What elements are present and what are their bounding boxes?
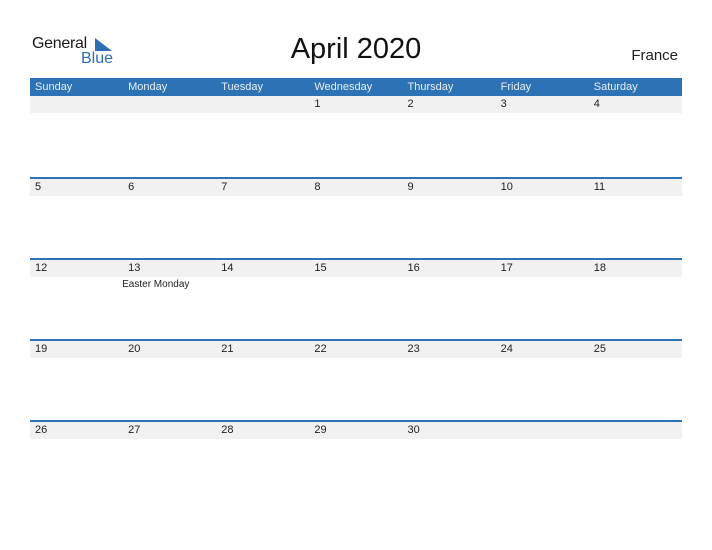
- date-band: 5 6 7 8 9 10 11: [30, 179, 682, 196]
- day-cell: 12: [30, 260, 123, 277]
- day-cell: 19: [30, 341, 123, 358]
- day-number: 18: [593, 262, 606, 274]
- day-number: 28: [221, 424, 234, 436]
- day-number: 22: [314, 343, 327, 355]
- day-number: 7: [221, 181, 228, 193]
- date-band: 12 13 Easter Monday 14 15 16 17 18: [30, 260, 682, 290]
- weeks-container: 1 2 3 4 5 6 7 8 9 10 11 12 13 Easter Monday 14 15 16 17 18…: [30, 96, 682, 501]
- day-number: 24: [500, 343, 513, 355]
- day-number: 10: [500, 181, 513, 193]
- week-row: 5 6 7 8 9 10 11: [30, 177, 682, 258]
- day-number: 23: [407, 343, 420, 355]
- date-band: 1 2 3 4: [30, 96, 682, 113]
- day-cell: 13 Easter Monday: [122, 260, 216, 290]
- weekday-tuesday: Tuesday: [221, 81, 264, 93]
- day-number: 2: [407, 98, 414, 110]
- day-number: 27: [128, 424, 141, 436]
- day-cell: 4: [589, 96, 682, 113]
- day-number: 4: [593, 98, 600, 110]
- day-cell: 21: [216, 341, 309, 358]
- day-cell: 27: [123, 422, 216, 439]
- day-number: 13: [128, 262, 141, 274]
- day-number: 8: [314, 181, 321, 193]
- day-number: 30: [407, 424, 420, 436]
- day-cell: 2: [403, 96, 496, 113]
- day-cell: [496, 422, 589, 439]
- day-cell: 7: [216, 179, 309, 196]
- day-cell: 30: [403, 422, 496, 439]
- day-cell: 28: [216, 422, 309, 439]
- weekday-header: Sunday Monday Tuesday Wednesday Thursday…: [30, 78, 682, 96]
- day-cell: 8: [309, 179, 402, 196]
- day-number: 1: [314, 98, 321, 110]
- day-cell: 23: [403, 341, 496, 358]
- day-cell: [30, 96, 123, 113]
- day-number: 29: [314, 424, 327, 436]
- day-number: 11: [593, 181, 606, 193]
- day-cell: 14: [216, 260, 309, 277]
- day-cell: 20: [123, 341, 216, 358]
- week-row: 19 20 21 22 23 24 25: [30, 339, 682, 420]
- country-label: France: [631, 47, 678, 64]
- day-cell: 29: [309, 422, 402, 439]
- date-band: 26 27 28 29 30: [30, 422, 682, 439]
- day-cell: 16: [403, 260, 496, 277]
- day-number: 14: [221, 262, 234, 274]
- calendar-title: April 2020: [290, 33, 422, 65]
- day-cell: 1: [309, 96, 402, 113]
- day-cell: 5: [30, 179, 123, 196]
- day-cell: [216, 96, 309, 113]
- day-cell: 10: [496, 179, 589, 196]
- weekday-thursday: Thursday: [407, 81, 454, 93]
- day-cell: 18: [589, 260, 682, 277]
- day-number: 5: [35, 181, 42, 193]
- day-number: 9: [407, 181, 414, 193]
- weekday-saturday: Saturday: [593, 81, 638, 93]
- day-number: 6: [128, 181, 135, 193]
- day-cell: 3: [496, 96, 589, 113]
- week-row: 26 27 28 29 30: [30, 420, 682, 501]
- weekday-friday: Friday: [500, 81, 532, 93]
- day-number: 19: [35, 343, 48, 355]
- day-number: 15: [314, 262, 327, 274]
- day-cell: 22: [309, 341, 402, 358]
- day-number: 17: [500, 262, 513, 274]
- holiday-label: Easter Monday: [122, 279, 190, 290]
- day-number: 20: [128, 343, 141, 355]
- calendar-grid: Sunday Monday Tuesday Wednesday Thursday…: [30, 78, 682, 501]
- day-cell: 11: [589, 179, 682, 196]
- week-row: 1 2 3 4: [30, 96, 682, 177]
- weekday-wednesday: Wednesday: [314, 81, 373, 93]
- day-cell: 9: [403, 179, 496, 196]
- day-number: 12: [35, 262, 48, 274]
- day-cell: 24: [496, 341, 589, 358]
- day-cell: [589, 422, 682, 439]
- day-cell: [123, 96, 216, 113]
- weekday-monday: Monday: [128, 81, 168, 93]
- day-number: 3: [500, 98, 507, 110]
- week-row: 12 13 Easter Monday 14 15 16 17 18: [30, 258, 682, 339]
- day-cell: 15: [309, 260, 402, 277]
- date-band: 19 20 21 22 23 24 25: [30, 341, 682, 358]
- day-number: 16: [407, 262, 420, 274]
- day-number: 26: [35, 424, 48, 436]
- day-number: 21: [221, 343, 234, 355]
- day-cell: 26: [30, 422, 123, 439]
- weekday-sunday: Sunday: [35, 81, 73, 93]
- day-number: 25: [593, 343, 606, 355]
- day-cell: 25: [589, 341, 682, 358]
- day-cell: 6: [123, 179, 216, 196]
- day-cell: 17: [496, 260, 589, 277]
